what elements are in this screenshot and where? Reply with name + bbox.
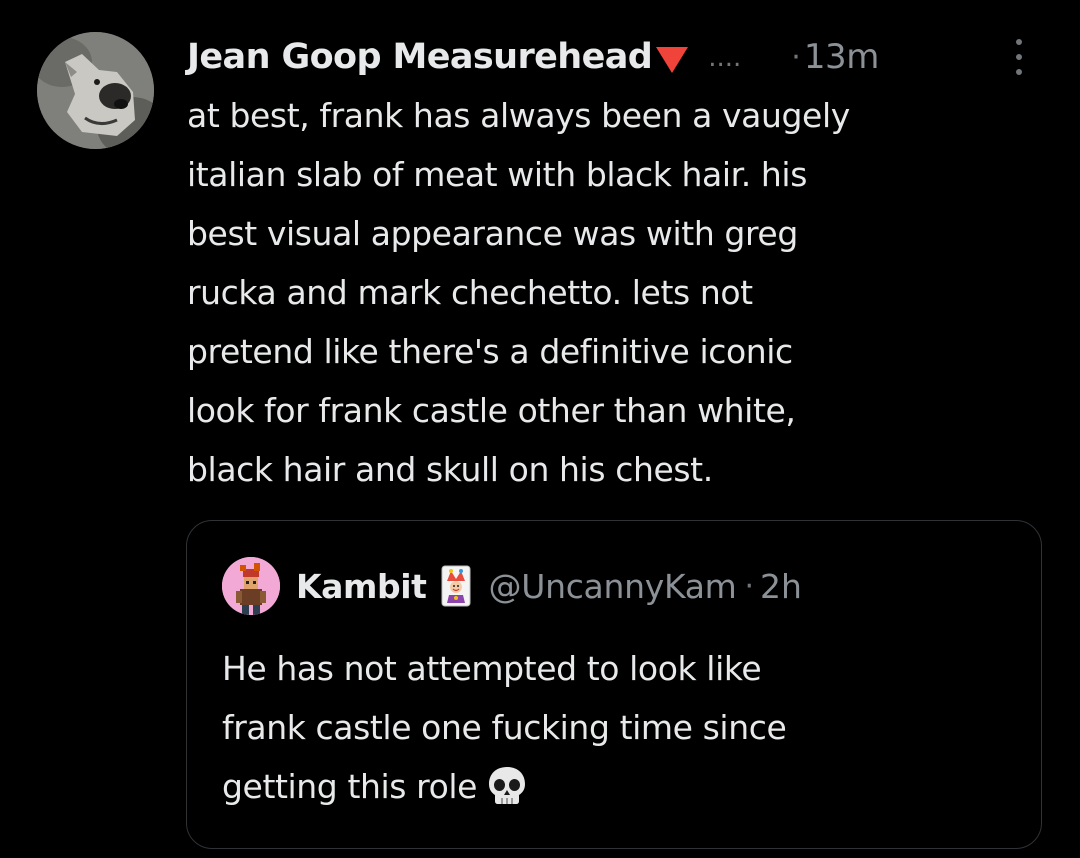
post-timestamp[interactable]: 13m xyxy=(804,37,880,77)
quoted-tweet-text: He has not attempted to look like frank … xyxy=(222,639,1022,816)
quoted-tweet-card[interactable]: Kambit @UncannyKam · 2h He has not attem… xyxy=(186,520,1042,849)
tweet[interactable]: Jean Goop Measurehead .... · 13m at best… xyxy=(0,0,1080,858)
quoted-post-timestamp[interactable]: 2h xyxy=(760,567,802,606)
skull-icon xyxy=(485,764,529,808)
red-triangle-down-icon xyxy=(656,47,689,73)
name-truncation: .... xyxy=(708,43,742,73)
vertical-dots-icon[interactable] xyxy=(1011,37,1027,77)
pixel-character-avatar-image xyxy=(222,557,280,615)
quoted-tweet-header: Kambit @UncannyKam · 2h xyxy=(222,557,802,615)
author-name[interactable]: Jean Goop Measurehead xyxy=(187,37,653,77)
hyena-avatar-image xyxy=(37,32,154,149)
separator-dot: · xyxy=(744,568,755,604)
separator-dot: · xyxy=(791,39,801,75)
joker-card-icon xyxy=(441,565,471,607)
tweet-text: at best, frank has always been a vaugely… xyxy=(187,96,850,489)
author-avatar[interactable] xyxy=(37,32,154,149)
quoted-author-avatar[interactable] xyxy=(222,557,280,615)
quoted-author-handle[interactable]: @UncannyKam xyxy=(489,567,737,606)
quoted-author-name[interactable]: Kambit xyxy=(296,567,427,606)
tweet-header: Jean Goop Measurehead .... · 13m xyxy=(187,32,1047,82)
